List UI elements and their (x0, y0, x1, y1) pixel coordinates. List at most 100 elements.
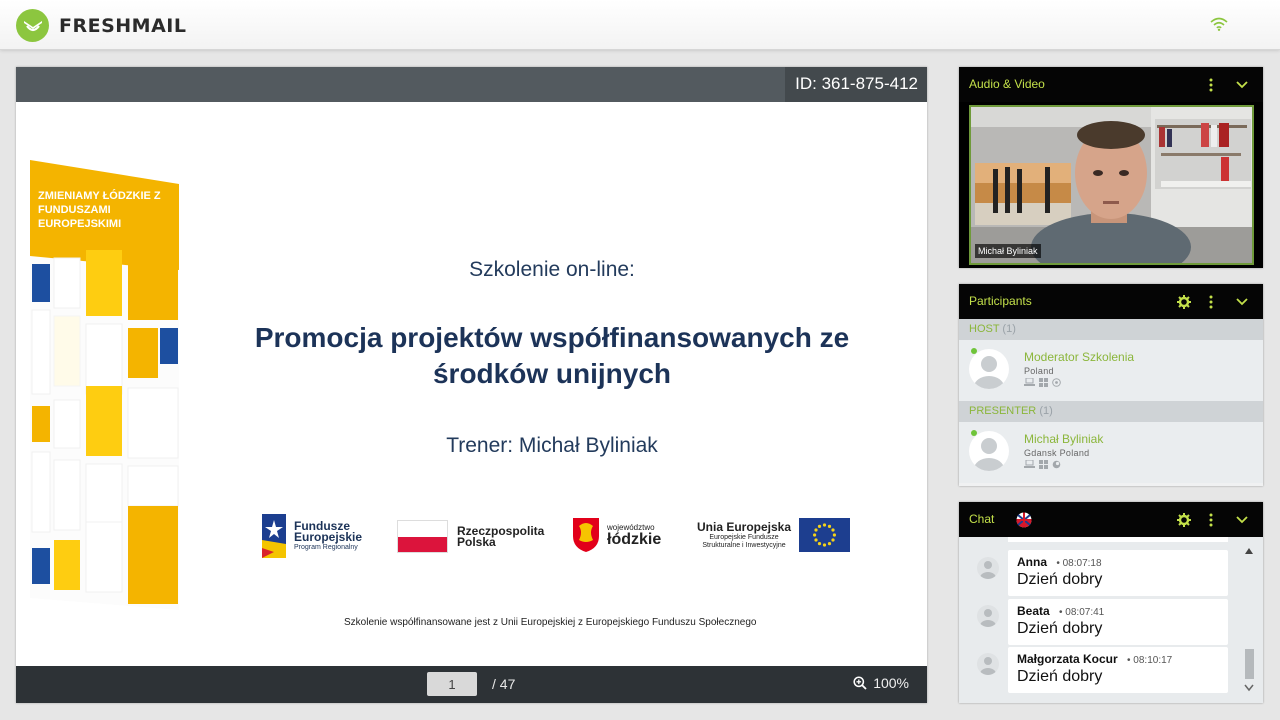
chat-message: Małgorzata Kocur • 08:10:17 Dzień dobry (1008, 647, 1228, 693)
message-text: Dzień dobry (1017, 620, 1103, 637)
message-author: Beata (1017, 604, 1050, 618)
chevron-down-icon[interactable] (1236, 502, 1248, 537)
gear-icon[interactable] (1177, 284, 1191, 319)
slide-trainer: Trener: Michał Byliniak (446, 434, 658, 457)
slide-title: Promocja projektów współfinansowanych ze… (254, 322, 850, 389)
unia-europejska-logo: Unia Europejska Europejskie Fundusze Str… (697, 518, 851, 552)
page-total: / 47 (492, 676, 516, 692)
page-number-input[interactable] (427, 672, 477, 696)
vertical-dots-icon[interactable] (1209, 284, 1213, 319)
browser-icon (1052, 378, 1061, 387)
slide-subtitle: Szkolenie on-line: (469, 258, 635, 281)
laptop-icon (1024, 460, 1035, 468)
video-feed[interactable]: Michał Byliniak (969, 105, 1254, 265)
group-header-host: HOST (1) (959, 319, 1263, 340)
message-time: • 08:07:41 (1059, 607, 1105, 618)
group-label: PRESENTER (969, 405, 1037, 417)
chat-message: Anna • 08:07:18 Dzień dobry (1008, 550, 1228, 596)
slide-badge-text: ZMIENIAMY ŁÓDZKIE Z FUNDUSZAMI EUROPEJSK… (38, 190, 161, 230)
wifi-icon[interactable] (1210, 17, 1228, 36)
brand-logo: FRESHMAIL (16, 9, 186, 42)
poland-flag-icon (397, 520, 448, 553)
slide: ZMIENIAMY ŁÓDZKIE Z FUNDUSZAMI EUROPEJSK… (16, 102, 927, 666)
scrollbar-thumb[interactable] (1245, 649, 1254, 679)
group-label: HOST (969, 323, 1000, 335)
zoom-in-icon[interactable] (853, 676, 867, 690)
laptop-icon (1024, 378, 1035, 386)
fe-line3: Program Regionalny (294, 543, 358, 551)
participants-panel: Participants HOST (1) Moderator Szkoleni… (959, 284, 1263, 486)
online-status-icon (971, 430, 977, 436)
participant-item[interactable]: Moderator Szkolenia Poland (959, 340, 1263, 401)
chat-header: Chat (959, 502, 1263, 537)
scroll-up-icon[interactable] (1244, 547, 1254, 555)
group-count: (1) (1039, 405, 1053, 417)
presentation-toolbar: / 47 100% (16, 666, 927, 703)
windows-icon (1039, 460, 1048, 469)
message-time: • 08:10:17 (1127, 655, 1173, 666)
language-flag-icon[interactable] (1016, 502, 1032, 537)
participant-item[interactable]: Michał Byliniak Gdansk Poland (959, 422, 1263, 483)
group-header-presenter: PRESENTER (1) (959, 401, 1263, 422)
slide-footer: Szkolenie współfinansowane jest z Unii E… (344, 617, 757, 628)
ue-line3: Strukturalne i Inwestycyjne (702, 542, 786, 549)
message-author: Anna (1017, 555, 1047, 569)
zoom-level: 100% (873, 675, 909, 691)
ue-line1: Unia Europejska (697, 520, 792, 534)
presentation-panel: ID: 361-875-412 ZMIENIAMY ŁÓDZKIE Z FUND… (16, 67, 927, 703)
zoom-control[interactable]: 100% (853, 675, 909, 691)
presentation-header: ID: 361-875-412 (16, 67, 927, 102)
message-time: • 08:07:18 (1056, 558, 1102, 569)
chat-messages[interactable]: Anna • 08:07:18 Dzień dobry Beata • 08:0… (959, 537, 1263, 703)
fundusze-europejskie-logo: Fundusze Europejskie Program Regionalny (260, 514, 362, 558)
avatar (977, 605, 999, 627)
fe-star-icon (262, 514, 286, 558)
rp-line2: Polska (457, 534, 496, 549)
brand-name: FRESHMAIL (59, 14, 187, 37)
fe-line2: Europejskie (294, 529, 363, 544)
participants-title: Participants (969, 294, 1032, 308)
chat-message: Beata • 08:07:41 Dzień dobry (1008, 599, 1228, 645)
ue-line2: Europejskie Fundusze (709, 534, 779, 541)
session-id: ID: 361-875-412 (785, 67, 927, 102)
coat-of-arms-icon (573, 518, 599, 552)
audio-video-title: Audio & Video (969, 77, 1045, 91)
message-text: Dzień dobry (1017, 668, 1103, 685)
avatar (977, 557, 999, 579)
online-status-icon (971, 348, 977, 354)
wl-line2: łódzkie (607, 531, 662, 548)
vertical-dots-icon[interactable] (1209, 502, 1213, 537)
browser-icon (1052, 460, 1061, 469)
windows-icon (1039, 378, 1048, 387)
eu-flag-icon (799, 518, 851, 552)
gear-icon[interactable] (1177, 502, 1191, 537)
video-participant-label: Michał Byliniak (975, 244, 1041, 258)
participants-header: Participants (959, 284, 1263, 319)
chat-panel: Chat Anna • 08:07:18 Dzień dobry Beata •… (959, 502, 1263, 703)
avatar (969, 349, 1009, 389)
chevron-down-icon[interactable] (1236, 284, 1248, 319)
video-frame (971, 107, 1252, 263)
vertical-dots-icon[interactable] (1209, 67, 1213, 102)
participant-location: Poland (1024, 366, 1054, 376)
avatar (977, 653, 999, 675)
participant-name: Moderator Szkolenia (1024, 350, 1135, 364)
message-text: Dzień dobry (1017, 571, 1103, 588)
participant-location: Gdansk Poland (1024, 448, 1090, 458)
group-count: (1) (1002, 323, 1016, 335)
rzeczpospolita-logo: Rzeczpospolita Polska (397, 520, 544, 553)
audio-video-header: Audio & Video (959, 67, 1263, 102)
funding-logos: Fundusze Europejskie Program Regionalny … (260, 514, 860, 560)
chat-scrollbar[interactable] (1244, 543, 1254, 695)
chevron-down-icon[interactable] (1236, 67, 1248, 102)
avatar (969, 431, 1009, 471)
participant-name: Michał Byliniak (1024, 432, 1104, 446)
logo-mark-icon (16, 9, 49, 42)
scroll-down-icon[interactable] (1244, 684, 1254, 692)
top-bar: FRESHMAIL (0, 0, 1280, 50)
chat-title: Chat (969, 512, 995, 526)
message-author: Małgorzata Kocur (1017, 652, 1118, 666)
wojewodztwo-lodzkie-logo: województwo łódzkie (571, 516, 661, 554)
previous-message-edge (1008, 537, 1228, 542)
audio-video-panel: Audio & Video Michał Byliniak (959, 67, 1263, 268)
